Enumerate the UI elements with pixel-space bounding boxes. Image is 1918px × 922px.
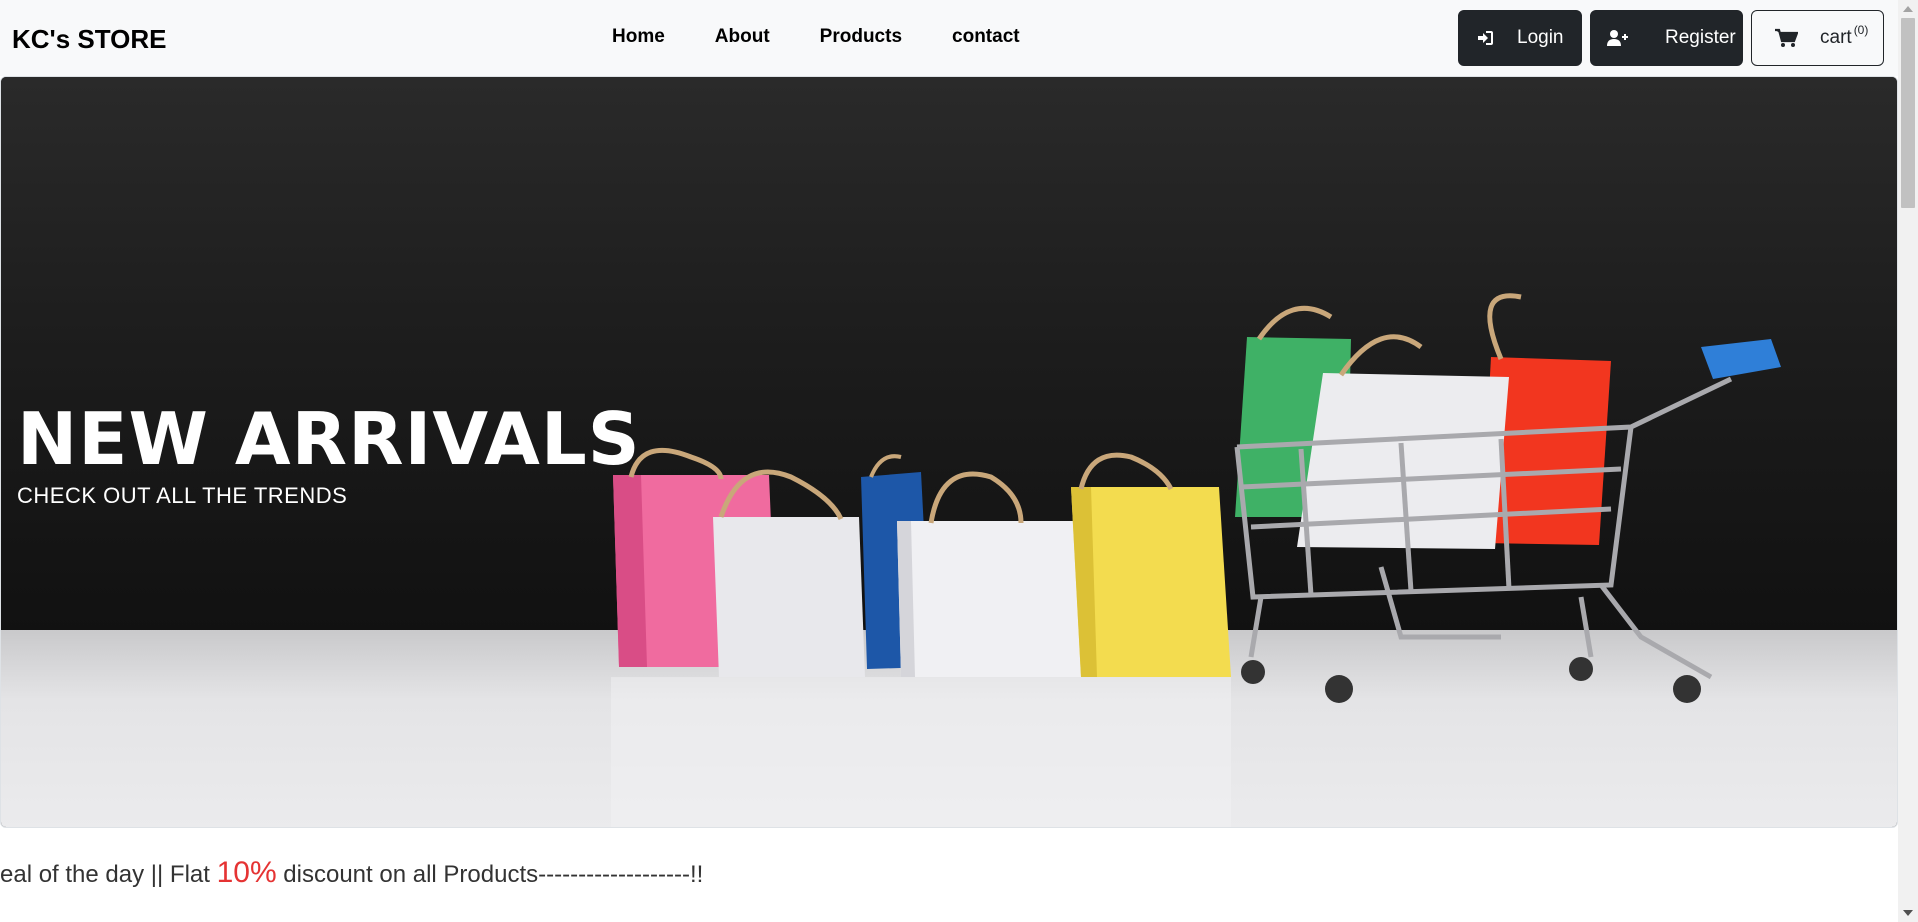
cart-text: cart (1820, 27, 1852, 48)
cart-count-badge: (0) (1853, 23, 1869, 37)
hero-subtitle: CHECK OUT ALL THE TRENDS (17, 483, 348, 508)
nav-links: Home About Products contact (612, 26, 1020, 48)
nav-link-about[interactable]: About (715, 26, 770, 48)
nav-link-home[interactable]: Home (612, 26, 665, 48)
navbar: KC's STORE Home About Products contact L… (0, 0, 1898, 76)
user-plus-icon (1605, 28, 1629, 48)
hero-banner: NEW ARRIVALS CHECK OUT ALL THE TRENDS (0, 76, 1898, 828)
cart-label: cart (0) (1820, 23, 1868, 49)
brand-logo[interactable]: KC's STORE (12, 24, 167, 55)
marquee-prefix: eal of the day || Flat (0, 861, 217, 888)
nav-link-contact[interactable]: contact (952, 26, 1020, 48)
marquee-suffix: discount on all Products----------------… (276, 861, 704, 888)
scroll-down-arrow-icon[interactable] (1903, 910, 1913, 916)
scrollbar-thumb[interactable] (1901, 18, 1915, 208)
sign-in-icon (1473, 28, 1497, 48)
login-button[interactable]: Login (1458, 10, 1582, 66)
discount-highlight: 10% (216, 856, 277, 889)
login-label: Login (1517, 27, 1564, 48)
hero-title: NEW ARRIVALS (17, 397, 641, 481)
deal-marquee: eal of the day || Flat 10% discount on a… (0, 856, 1898, 896)
page-scrollbar[interactable] (1898, 0, 1918, 922)
register-label: Register (1665, 27, 1736, 48)
shopping-cart-icon (1774, 28, 1798, 48)
register-button[interactable]: Register (1590, 10, 1743, 66)
scroll-up-arrow-icon[interactable] (1903, 6, 1913, 12)
nav-link-products[interactable]: Products (820, 26, 902, 48)
cart-button[interactable]: cart (0) (1751, 10, 1884, 66)
